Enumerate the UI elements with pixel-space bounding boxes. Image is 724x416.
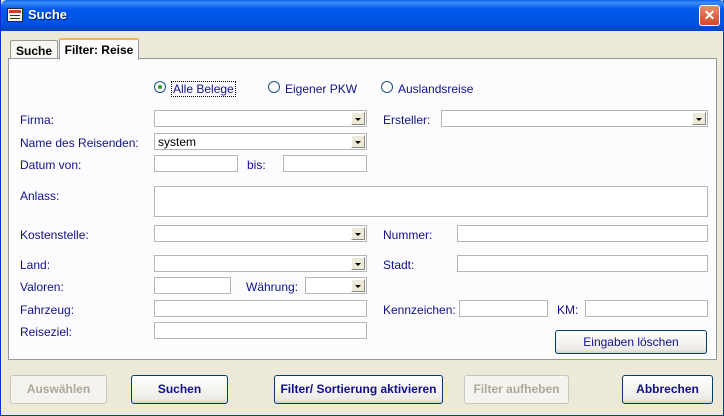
datum-bis-label: bis: (247, 158, 266, 172)
radio-eigener-pkw[interactable]: Eigener PKW (268, 80, 363, 96)
form-icon (7, 8, 23, 22)
reiseziel-label: Reiseziel: (20, 325, 73, 339)
kennzeichen-label: Kennzeichen: (383, 303, 456, 317)
window-title: Suche (28, 7, 68, 22)
nummer-label: Nummer: (383, 228, 433, 242)
waehrung-combo[interactable] (305, 277, 367, 294)
ersteller-combo[interactable] (441, 110, 708, 127)
radio-icon (268, 81, 280, 93)
datum-von-label: Datum von: (20, 158, 82, 172)
nummer-input[interactable] (457, 225, 708, 242)
reisender-label: Name des Reisenden: (20, 136, 139, 150)
land-combo[interactable] (154, 255, 367, 272)
firma-label: Firma: (20, 113, 54, 127)
stadt-input[interactable] (457, 255, 708, 272)
km-label: KM: (557, 303, 579, 317)
cancel-button[interactable]: Abbrechen (622, 375, 713, 404)
km-input[interactable] (585, 300, 708, 317)
tab-filter-reise[interactable]: Filter: Reise (59, 38, 139, 60)
kostenstelle-combo[interactable] (154, 225, 367, 242)
kostenstelle-label: Kostenstelle: (20, 228, 89, 242)
chevron-down-icon[interactable] (351, 279, 365, 292)
search-button[interactable]: Suchen (131, 375, 228, 404)
radio-icon (381, 81, 393, 93)
tab-suche[interactable]: Suche (10, 40, 58, 59)
close-button[interactable]: ✕ (699, 5, 720, 26)
fahrzeug-label: Fahrzeug: (20, 303, 75, 317)
radio-alle-belege[interactable]: Alle Belege (154, 80, 244, 97)
chevron-down-icon[interactable] (692, 112, 706, 125)
clear-inputs-button[interactable]: Eingaben löschen (555, 330, 707, 354)
kennzeichen-input[interactable] (459, 300, 548, 317)
ersteller-label: Ersteller: (383, 113, 431, 127)
valoren-input[interactable] (154, 277, 231, 294)
anlass-input[interactable] (154, 186, 708, 217)
valoren-label: Valoren: (20, 280, 64, 294)
fahrzeug-input[interactable] (154, 300, 367, 317)
waehrung-label: Währung: (246, 280, 299, 294)
stadt-label: Stadt: (383, 258, 415, 272)
activate-filter-button[interactable]: Filter/ Sortierung aktivieren (274, 375, 443, 404)
anlass-label: Anlass: (20, 189, 60, 203)
datum-von-input[interactable] (154, 155, 238, 172)
remove-filter-button[interactable]: Filter aufheben (464, 375, 569, 404)
search-dialog: Suche ✕ Suche Filter: Reise Alle Belege … (0, 0, 724, 416)
chevron-down-icon[interactable] (351, 257, 365, 270)
firma-combo[interactable] (154, 110, 367, 127)
chevron-down-icon[interactable] (351, 227, 365, 240)
reiseziel-input[interactable] (154, 322, 367, 339)
radio-selected-icon (154, 81, 166, 93)
land-label: Land: (20, 258, 51, 272)
datum-bis-input[interactable] (283, 155, 367, 172)
select-button[interactable]: Auswählen (10, 375, 107, 404)
reisender-combo[interactable]: system (154, 133, 367, 150)
chevron-down-icon[interactable] (351, 135, 365, 148)
chevron-down-icon[interactable] (351, 112, 365, 125)
title-bar[interactable]: Suche ✕ (1, 0, 724, 31)
radio-auslandsreise[interactable]: Auslandsreise (381, 80, 481, 96)
